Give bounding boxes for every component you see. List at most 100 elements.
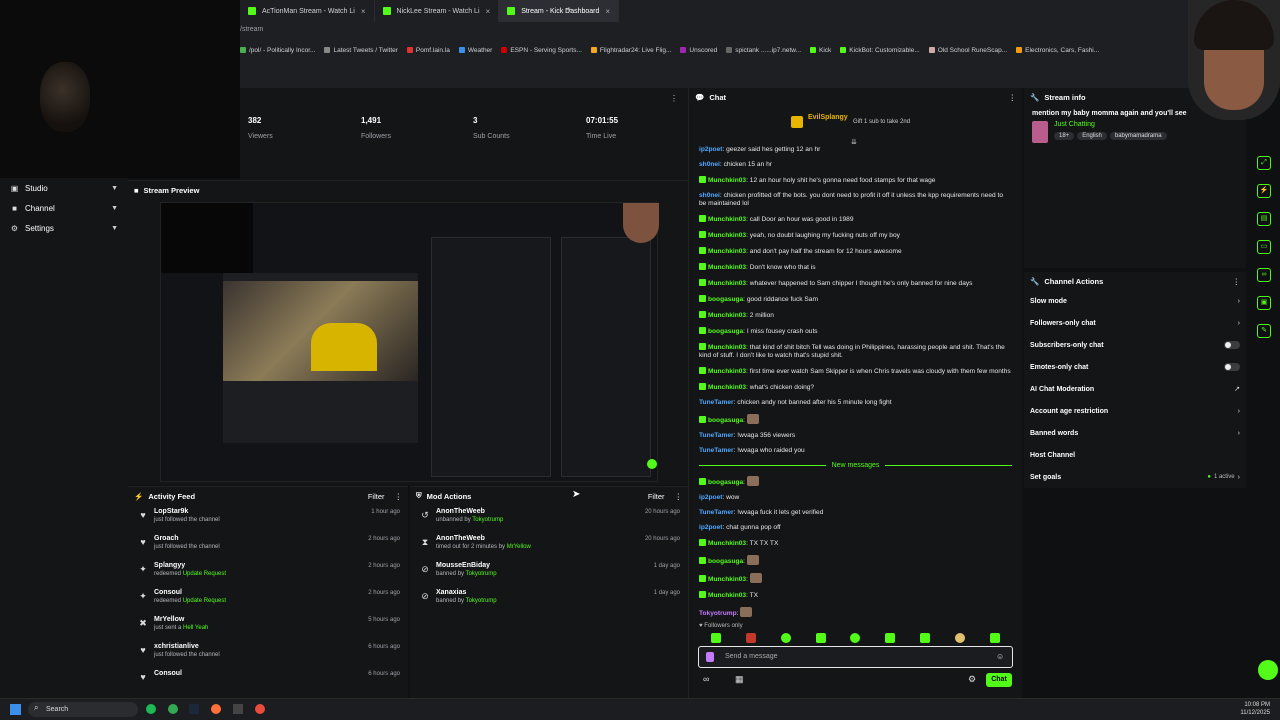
toggle-switch[interactable] [1224, 363, 1240, 371]
more-icon[interactable]: ⋮ [1233, 277, 1241, 286]
chat-username[interactable]: Munchkin03 [708, 248, 746, 255]
more-icon[interactable]: ⋮ [670, 94, 678, 103]
close-icon[interactable]: × [605, 7, 610, 16]
chat-username[interactable]: Munchkin03 [708, 576, 746, 583]
emote-icon[interactable] [919, 633, 930, 643]
chat-username[interactable]: Munchkin03 [708, 592, 746, 599]
chat-message[interactable]: Munchkin03: TX TX TX [689, 535, 1022, 551]
wrench-icon[interactable]: ✎ [1257, 324, 1271, 338]
support-chat-button[interactable] [1258, 660, 1278, 680]
pinned-gift[interactable]: EvilSplangy Gift 1 sub to take 2nd ⇊ [689, 106, 1022, 146]
more-icon[interactable]: ⋮ [1009, 93, 1017, 102]
bolt-icon[interactable]: ⚡ [1257, 184, 1271, 198]
bookmark-item[interactable]: Weather [458, 44, 492, 56]
chat-username[interactable]: ip2poet [699, 146, 722, 153]
app-icon[interactable] [255, 704, 265, 714]
address-bar[interactable]: /stream [240, 26, 1280, 40]
more-icon[interactable]: ⋮ [395, 492, 403, 501]
firefox-icon[interactable] [211, 704, 221, 714]
emote-icon[interactable] [746, 633, 757, 643]
chat-username[interactable]: Munchkin03 [708, 177, 746, 184]
chat-message[interactable]: Munchkin03: yeah, no doubt laughing my f… [689, 227, 1022, 243]
emote-icon[interactable] [850, 633, 861, 643]
sidebar-item-settings[interactable]: ⚙ Settings ▼ [0, 218, 128, 238]
bookmark-item[interactable]: ESPN - Serving Sports... [501, 44, 582, 56]
channel-action-row[interactable]: AI Chat Moderation ↗ [1024, 378, 1246, 400]
chat-username[interactable]: ip2poet [699, 524, 722, 531]
chat-username[interactable]: boogasuga [708, 479, 743, 486]
expand-icon[interactable]: ⤢ [1257, 156, 1271, 170]
browser-tab[interactable]: NickLee Stream - Watch Li × [375, 0, 500, 22]
chat-message[interactable]: boogasuga: [689, 551, 1022, 569]
chat-username[interactable]: Munchkin03 [708, 216, 746, 223]
chat-username[interactable]: boogasuga [708, 558, 743, 565]
stream-preview-video[interactable] [160, 202, 659, 482]
close-icon[interactable]: × [486, 7, 491, 16]
emote-icon[interactable] [815, 633, 826, 643]
chat-message[interactable]: Munchkin03: first time ever watch Sam Sk… [689, 363, 1022, 379]
more-icon[interactable]: ⋮ [675, 492, 683, 501]
emoji-icon[interactable]: ☺ [996, 652, 1004, 661]
channel-action-row[interactable]: Set goals ● 1 active › [1024, 466, 1246, 488]
chat-username[interactable]: TuneTamer [699, 432, 734, 439]
chat-username[interactable]: boogasuga [708, 328, 743, 335]
bookmark-item[interactable]: Electronics, Cars, Fashi... [1016, 44, 1099, 56]
chat-username[interactable]: Munchkin03 [708, 312, 746, 319]
bookmark-item[interactable]: Old School RuneScap... [928, 44, 1007, 56]
chat-message[interactable]: Munchkin03: [689, 569, 1022, 587]
activity-row[interactable]: ♥ Consoul 6 hours ago [128, 667, 408, 694]
chat-message[interactable]: boogasuga: good riddance fuck Sam [689, 291, 1022, 307]
chat-message[interactable]: boogasuga: I miss fousey crash outs [689, 323, 1022, 339]
close-icon[interactable]: × [361, 7, 366, 16]
chat-username[interactable]: boogasuga [708, 296, 743, 303]
chat-message[interactable]: TuneTamer: !wvaga who raided you [689, 443, 1022, 458]
activity-row[interactable]: ✖ MrYellow just sent a Hell Yeah 5 hours… [128, 613, 408, 640]
chrome-icon[interactable] [168, 704, 178, 714]
chat-username[interactable]: Munchkin03 [708, 540, 746, 547]
channel-action-row[interactable]: Emotes-only chat [1024, 356, 1246, 378]
gear-icon[interactable]: ⚙ [968, 674, 976, 685]
emote-icon[interactable] [711, 633, 722, 643]
bookmark-item[interactable]: Flightradar24: Live Flig... [590, 44, 671, 56]
channel-action-row[interactable]: Host Channel [1024, 444, 1246, 466]
taskbar-search[interactable]: Search [28, 702, 138, 717]
mod-action-row[interactable]: ⊘ MousseEnBiday banned by Tokyotrump 1 d… [410, 559, 688, 586]
sidebar-item-studio[interactable]: ▣ Studio ▼ [0, 178, 128, 198]
bookmark-item[interactable]: Kick [810, 44, 831, 56]
channel-action-row[interactable]: Subscribers-only chat [1024, 334, 1246, 356]
chat-username[interactable]: Tokyotrump [699, 610, 737, 617]
chat-message[interactable]: TuneTamer: !wvaga 356 viewers [689, 428, 1022, 443]
emote-icon[interactable] [780, 633, 791, 643]
chat-username[interactable]: Munchkin03 [708, 232, 746, 239]
chat-message[interactable]: boogasuga: [689, 410, 1022, 428]
spotify-icon[interactable] [146, 704, 156, 714]
channel-action-row[interactable]: Account age restriction › [1024, 400, 1246, 422]
emote-icon[interactable] [885, 633, 896, 643]
chat-message[interactable]: Munchkin03: whatever happened to Sam chi… [689, 275, 1022, 291]
chat-send-button[interactable]: Chat [986, 673, 1012, 687]
chat-message[interactable]: Munchkin03: 12 an hour holy shit he's go… [689, 172, 1022, 188]
chat-message[interactable]: Munchkin03: 2 million [689, 307, 1022, 323]
emote-icon[interactable] [989, 633, 1000, 643]
activity-row[interactable]: ✦ Splangyy redeemed Update Request 2 hou… [128, 559, 408, 586]
chat-message[interactable]: ip2poet: geezer said hes getting 12 an h… [689, 142, 1022, 157]
channel-action-row[interactable]: Slow mode › [1024, 290, 1246, 312]
mod-action-row[interactable]: ↺ AnonTheWeeb unbanned by Tokyotrump 20 … [410, 505, 688, 532]
chat-message[interactable]: Munchkin03: TX [689, 587, 1022, 603]
chat-message[interactable]: TuneTamer: !wvaga fuck it lets get verif… [689, 505, 1022, 520]
chat-message[interactable]: Munchkin03: and don't pay half the strea… [689, 243, 1022, 259]
chat-username[interactable]: TuneTamer [699, 447, 734, 454]
chat-message[interactable]: Munchkin03: that kind of shit bitch Tell… [689, 339, 1022, 363]
chat-username[interactable]: ip2poet [699, 494, 722, 501]
taskbar-clock[interactable]: 10:08 PM 11/12/2025 [1240, 701, 1270, 717]
channel-action-row[interactable]: Banned words › [1024, 422, 1246, 444]
bookmark-item[interactable]: KickBot: Customizable... [840, 44, 920, 56]
steam-icon[interactable] [189, 704, 199, 714]
channel-action-row[interactable]: Followers-only chat › [1024, 312, 1246, 334]
filter-button[interactable]: Filter [368, 492, 385, 501]
calendar-icon[interactable]: ▦ [735, 674, 744, 685]
mod-action-row[interactable]: ⊘ Xanaxias banned by Tokyotrump 1 day ag… [410, 586, 688, 613]
chat-username[interactable]: boogasuga [708, 417, 743, 424]
activity-row[interactable]: ♥ xchristianlive just followed the chann… [128, 640, 408, 667]
sidebar-item-channel[interactable]: ■ Channel ▼ [0, 198, 128, 218]
